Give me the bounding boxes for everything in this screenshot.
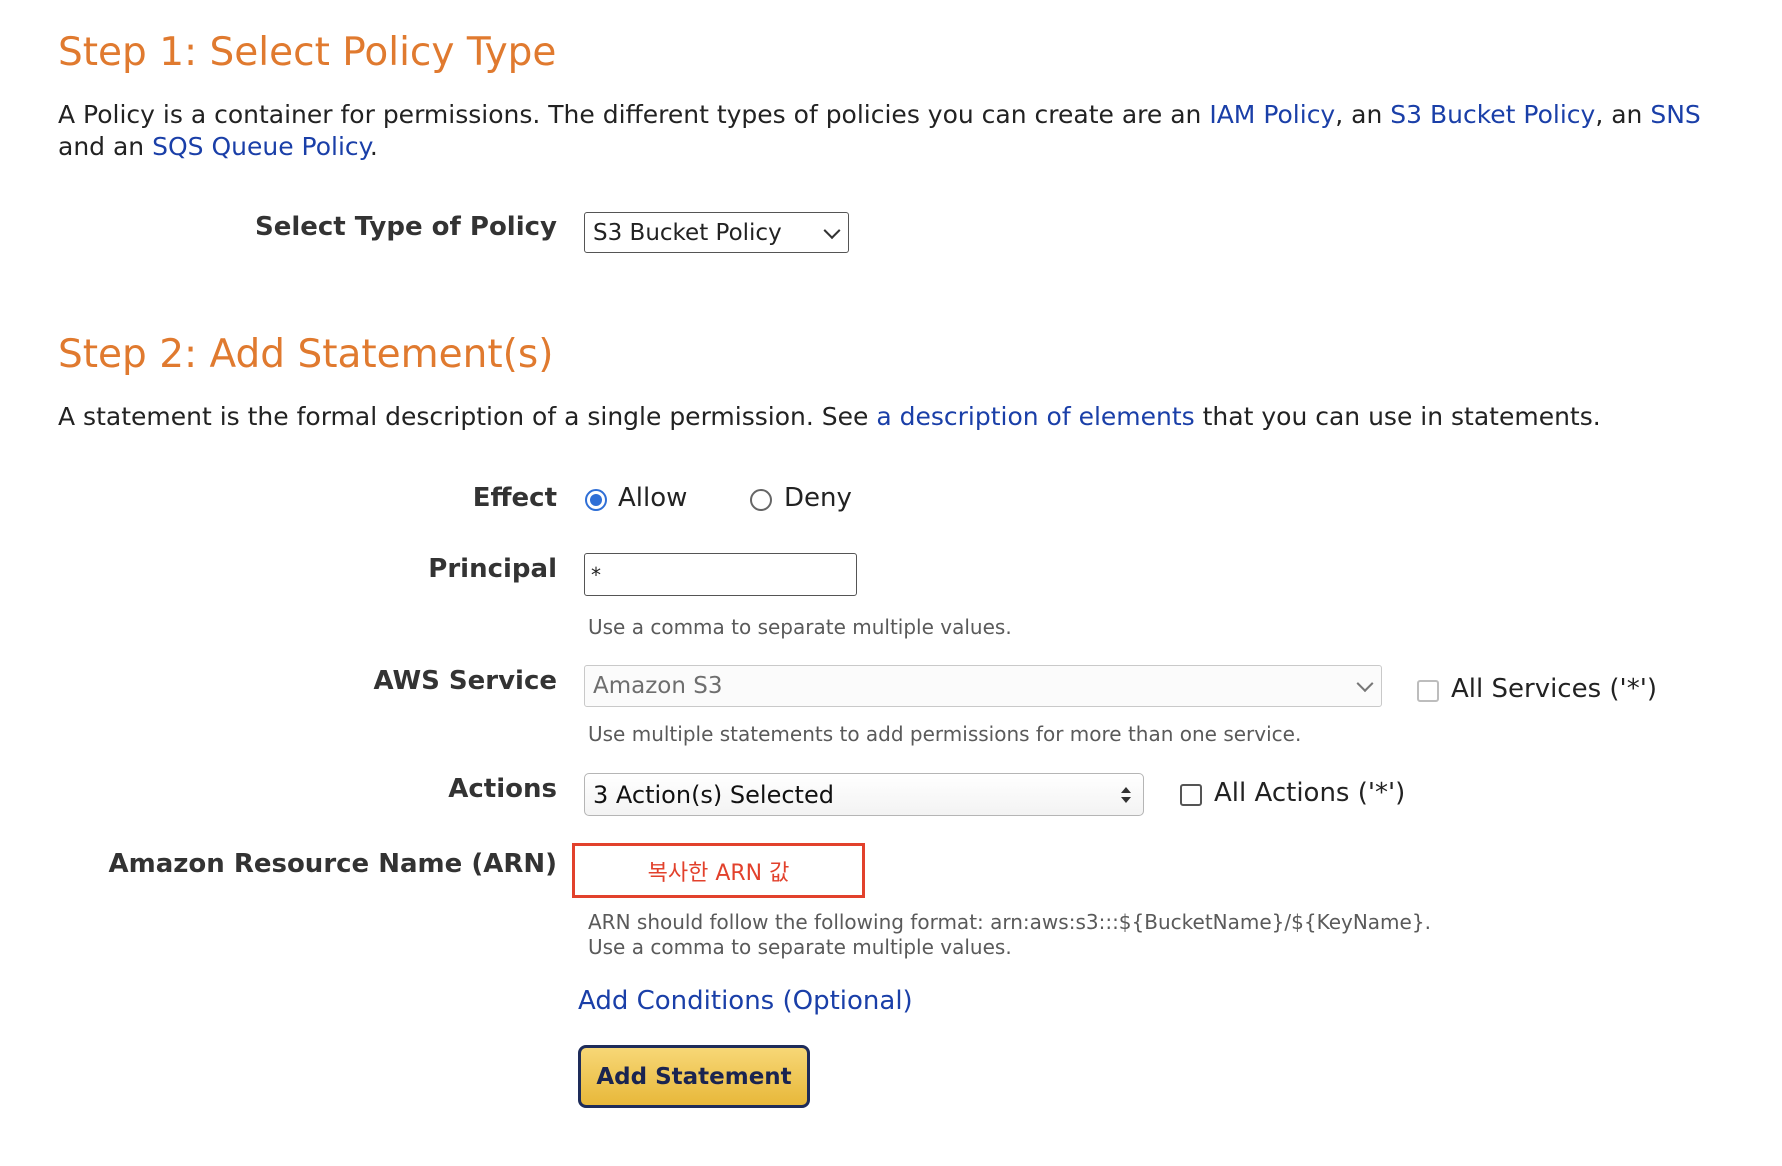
step1-heading: Step 1: Select Policy Type <box>58 30 557 75</box>
effect-label: Effect <box>472 483 557 513</box>
principal-label: Principal <box>428 554 557 584</box>
actions-value: 3 Action(s) Selected <box>593 780 834 809</box>
step2-heading: Step 2: Add Statement(s) <box>58 332 554 377</box>
step2-intro: A statement is the formal description of… <box>58 401 1601 433</box>
add-statement-button[interactable]: Add Statement <box>578 1045 810 1108</box>
s3-bucket-policy-link[interactable]: S3 Bucket Policy <box>1390 100 1595 129</box>
policy-type-value: S3 Bucket Policy <box>593 219 782 246</box>
step1-intro-end: . <box>369 132 378 161</box>
principal-input[interactable]: * <box>584 553 857 596</box>
principal-value: * <box>591 562 601 587</box>
step1-intro-line1: A Policy is a container for permissions.… <box>58 99 1701 131</box>
arn-hint-comma: Use a comma to separate multiple values. <box>588 935 1012 959</box>
arn-input[interactable]: 복사한 ARN 값 <box>572 843 865 898</box>
arn-hint-format: ARN should follow the following format: … <box>588 910 1431 934</box>
deny-radio[interactable] <box>750 489 772 511</box>
add-conditions-link[interactable]: Add Conditions (Optional) <box>578 986 913 1016</box>
description-of-elements-link[interactable]: a description of elements <box>876 402 1194 431</box>
all-services-label[interactable]: All Services ('*') <box>1451 674 1657 704</box>
all-actions-label[interactable]: All Actions ('*') <box>1214 778 1405 808</box>
principal-hint: Use a comma to separate multiple values. <box>588 615 1012 639</box>
step2-intro-text: that you can use in statements. <box>1194 402 1601 431</box>
iam-policy-link[interactable]: IAM Policy <box>1209 100 1335 129</box>
arn-label: Amazon Resource Name (ARN) <box>108 849 558 879</box>
allow-radio[interactable] <box>585 489 607 511</box>
step2-intro-text: A statement is the formal description of… <box>58 402 877 431</box>
aws-service-select[interactable]: Amazon S3 <box>584 665 1382 707</box>
actions-label: Actions <box>448 774 557 804</box>
actions-select[interactable]: 3 Action(s) Selected <box>584 773 1144 816</box>
step1-intro-line2: and an SQS Queue Policy. <box>58 131 378 163</box>
allow-label[interactable]: Allow <box>618 483 687 513</box>
all-services-checkbox[interactable] <box>1417 680 1439 702</box>
chevron-down-icon <box>1356 675 1374 693</box>
intro-separator: , an <box>1595 100 1651 129</box>
select-arrows-icon <box>1121 786 1131 803</box>
aws-service-value: Amazon S3 <box>593 673 723 699</box>
step1-intro-text: A Policy is a container for permissions.… <box>58 100 1210 129</box>
chevron-down-icon <box>823 221 841 239</box>
all-actions-checkbox[interactable] <box>1180 784 1202 806</box>
aws-service-hint: Use multiple statements to add permissio… <box>588 722 1302 746</box>
step1-intro-text: and an <box>58 132 153 161</box>
arn-value: 복사한 ARN 값 <box>647 860 790 886</box>
sqs-queue-policy-link[interactable]: SQS Queue Policy <box>152 132 370 161</box>
intro-separator: , an <box>1335 100 1391 129</box>
aws-service-label: AWS Service <box>373 666 558 696</box>
policy-type-select[interactable]: S3 Bucket Policy <box>584 212 849 253</box>
policy-type-label: Select Type of Policy <box>254 212 557 242</box>
deny-label[interactable]: Deny <box>784 483 852 513</box>
sns-topic-policy-link[interactable]: SNS <box>1650 100 1700 129</box>
